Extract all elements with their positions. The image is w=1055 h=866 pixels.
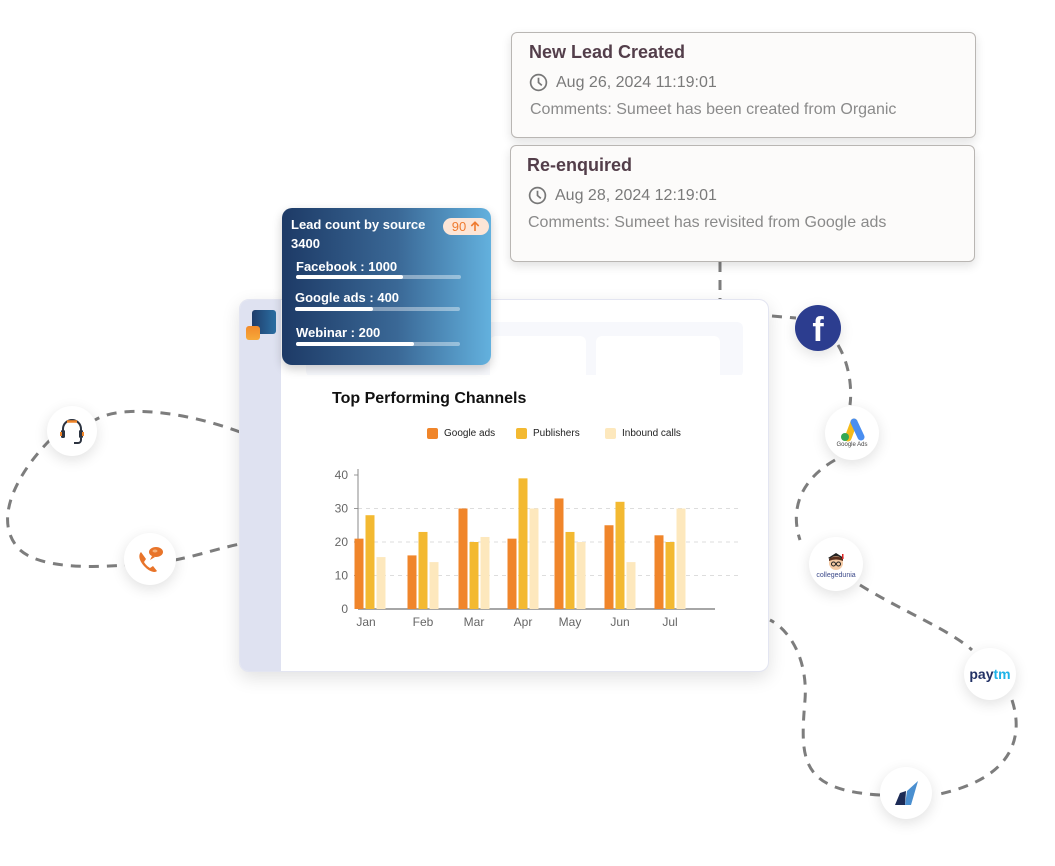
lead-badge-value: 90 xyxy=(451,219,467,234)
bar-google-ads-apr[interactable] xyxy=(507,538,517,609)
source-label-google-ads: Google ads : 400 xyxy=(295,290,400,305)
legend-google-ads[interactable]: Google ads xyxy=(427,428,495,439)
x-tick-label: Jul xyxy=(662,615,677,629)
lead-card-title: Lead count by source xyxy=(291,217,426,232)
bar-google-ads-jan[interactable] xyxy=(354,538,364,609)
bar-google-ads-jun[interactable] xyxy=(604,525,614,609)
legend-label: Inbound calls xyxy=(622,428,681,439)
bar-google-ads-mar[interactable] xyxy=(458,508,468,610)
bar-inbound-calls-feb[interactable] xyxy=(429,562,439,609)
app-logo-icon xyxy=(246,310,278,342)
bar-publishers-mar[interactable] xyxy=(469,542,479,609)
google-ads-label: Google Ads xyxy=(836,442,868,448)
legend-inbound-calls[interactable]: Inbound calls xyxy=(605,428,681,439)
source-label-webinar: Webinar : 200 xyxy=(296,325,381,340)
bar-google-ads-jul[interactable] xyxy=(654,535,664,609)
chart-title: Top Performing Channels xyxy=(332,390,527,407)
legend-swatch-google-ads xyxy=(427,428,438,439)
timeline-date: Aug 28, 2024 12:19:01 xyxy=(555,186,717,204)
timeline-comment: Comments: Sumeet has revisited from Goog… xyxy=(528,214,887,231)
source-bar-facebook xyxy=(296,275,461,279)
bar-inbound-calls-may[interactable] xyxy=(576,542,586,609)
bar-chart: 0 10 20 30 40 Jan Feb Mar Apr May Jun Jul xyxy=(335,468,740,629)
y-tick-label: 0 xyxy=(341,602,348,616)
bar-inbound-calls-jan[interactable] xyxy=(376,557,386,609)
x-tick-label: Jan xyxy=(356,615,375,629)
headset-bubble[interactable] xyxy=(47,406,97,456)
lead-card-total: 3400 xyxy=(291,236,320,251)
progress-fill xyxy=(296,275,404,279)
bar-inbound-calls-jul[interactable] xyxy=(676,508,686,610)
timeline-card-new-lead[interactable]: New Lead Created Aug 26, 2024 11:19:01 C… xyxy=(511,32,976,138)
source-bar-google-ads xyxy=(295,307,460,311)
progress-fill xyxy=(296,342,415,346)
timeline-title: Re-enquired xyxy=(527,155,633,175)
bar-inbound-calls-jun[interactable] xyxy=(626,562,636,609)
y-tick-label: 10 xyxy=(335,569,349,583)
paytm-logo: paytm xyxy=(969,666,1010,682)
y-tick-label: 20 xyxy=(335,535,349,549)
connector-right-chain xyxy=(769,314,1018,797)
timeline-title: New Lead Created xyxy=(529,42,686,62)
collegedunia-bubble[interactable]: collegedunia xyxy=(809,537,863,591)
y-tick-label: 40 xyxy=(335,468,349,482)
connector-left-loop xyxy=(6,409,241,568)
legend-publishers[interactable]: Publishers xyxy=(516,428,580,439)
bar-publishers-apr[interactable] xyxy=(518,478,528,609)
bar-publishers-feb[interactable] xyxy=(418,531,428,609)
phone-chat-bubble[interactable] xyxy=(124,533,176,585)
clock-icon xyxy=(528,186,547,205)
y-tick-label: 30 xyxy=(335,502,349,516)
legend-label: Publishers xyxy=(533,428,580,439)
flight-logo xyxy=(895,781,918,805)
bar-google-ads-may[interactable] xyxy=(554,498,564,609)
x-tick-label: Jun xyxy=(610,615,629,629)
clock-icon xyxy=(529,73,548,92)
legend-swatch-publishers xyxy=(516,428,527,439)
x-tick-label: Feb xyxy=(413,615,434,629)
bar-publishers-jan[interactable] xyxy=(365,515,375,609)
bar-inbound-calls-mar[interactable] xyxy=(480,536,490,609)
legend-label: Google ads xyxy=(444,428,496,439)
bar-inbound-calls-apr[interactable] xyxy=(529,508,539,610)
phone-chat-icon xyxy=(139,547,163,572)
facebook-logo: f xyxy=(812,310,824,349)
source-bar-webinar xyxy=(296,342,460,346)
timeline-date-row: Aug 28, 2024 12:19:01 xyxy=(528,186,717,205)
x-tick-label: May xyxy=(559,615,582,629)
facebook-bubble[interactable]: f xyxy=(795,305,841,351)
google-ads-bubble[interactable]: Google Ads xyxy=(825,406,879,460)
bar-publishers-jul[interactable] xyxy=(665,542,675,609)
legend-swatch-inbound-calls xyxy=(605,428,616,439)
timeline-card-re-enquired[interactable]: Re-enquired Aug 28, 2024 12:19:01 Commen… xyxy=(510,145,975,262)
lead-change-badge: 90 xyxy=(443,218,489,235)
dashboard-sidebar xyxy=(240,300,281,671)
collegedunia-logo: collegedunia xyxy=(816,571,856,579)
paytm-logo-pay: pay xyxy=(969,666,994,682)
lead-count-card[interactable]: Lead count by source 3400 90 Facebook : … xyxy=(282,208,491,365)
x-tick-label: Mar xyxy=(464,615,485,629)
headset-icon xyxy=(60,419,84,444)
bar-google-ads-feb[interactable] xyxy=(407,555,417,609)
timeline-date-row: Aug 26, 2024 11:19:01 xyxy=(529,73,717,92)
bar-publishers-may[interactable] xyxy=(565,531,575,609)
google-ads-logo xyxy=(841,418,865,442)
timeline-comment: Comments: Sumeet has been created from O… xyxy=(530,101,897,118)
x-tick-label: Apr xyxy=(514,615,533,629)
timeline-date: Aug 26, 2024 11:19:01 xyxy=(556,73,717,91)
collegedunia-mascot-icon xyxy=(828,552,844,570)
flight-bubble[interactable] xyxy=(880,767,932,819)
arrow-up-icon xyxy=(470,221,480,231)
bar-publishers-jun[interactable] xyxy=(615,501,625,609)
progress-fill xyxy=(295,307,373,311)
paytm-logo-tm: tm xyxy=(993,666,1011,682)
source-label-facebook: Facebook : 1000 xyxy=(296,259,398,274)
paytm-bubble[interactable]: paytm xyxy=(964,648,1016,700)
